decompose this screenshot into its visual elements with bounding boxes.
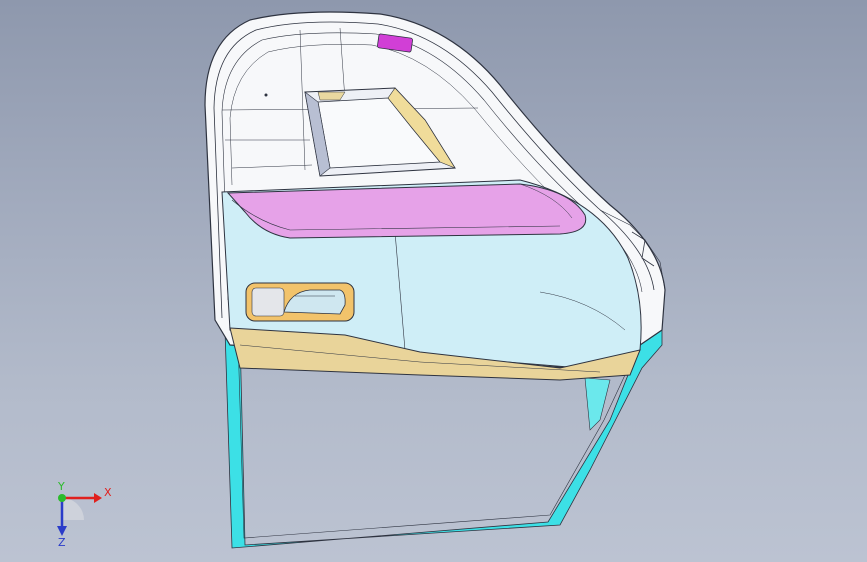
triad-quarter-disc xyxy=(62,498,84,520)
z-axis-label: Z xyxy=(58,536,66,548)
armrest[interactable] xyxy=(226,183,587,239)
door-trim-model[interactable] xyxy=(0,0,867,562)
switch-pocket[interactable] xyxy=(251,287,285,317)
z-arrow-head-icon xyxy=(57,526,67,536)
x-arrow-head-icon xyxy=(94,493,102,503)
x-axis-label: X xyxy=(104,486,112,499)
door-handle-bezel[interactable] xyxy=(245,282,355,322)
orientation-triad: X Y Z xyxy=(40,478,120,549)
y-axis-dot xyxy=(58,494,66,502)
graphics-viewport[interactable]: X Y Z xyxy=(0,0,867,562)
screw-hole xyxy=(264,93,268,97)
y-axis-label: Y xyxy=(57,480,65,493)
